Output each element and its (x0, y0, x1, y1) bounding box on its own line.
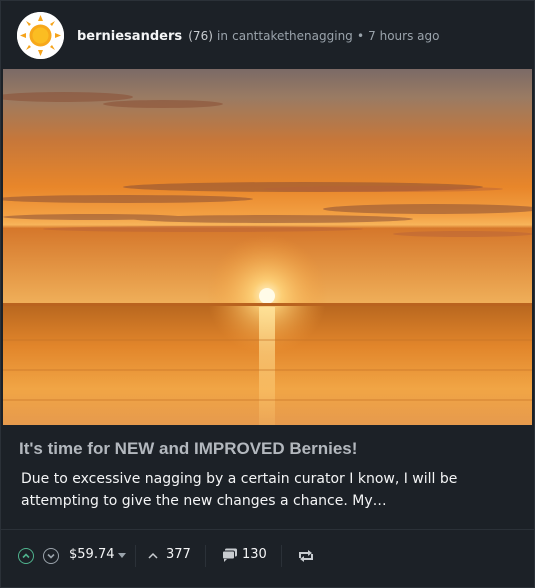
sun-avatar-icon (17, 12, 64, 59)
post-title[interactable]: It's time for NEW and IMPROVED Bernies! (19, 439, 357, 459)
chevron-up-circle-icon (22, 553, 30, 559)
author-name[interactable]: berniesanders (77, 29, 182, 44)
comments-count: 130 (242, 547, 267, 562)
chevron-down-circle-icon (47, 553, 55, 559)
post-image[interactable] (3, 69, 532, 425)
meta-separator: • (356, 29, 365, 43)
reblog-button[interactable] (298, 549, 314, 567)
post-summary[interactable]: Due to excessive nagging by a certain cu… (21, 468, 521, 512)
chevron-up-icon (148, 552, 158, 559)
footer-separator (205, 545, 206, 567)
in-label: in (217, 29, 228, 43)
post-header: berniesanders (76) in canttakethenagging… (1, 1, 534, 69)
upvote-button[interactable] (18, 548, 34, 564)
post-footer: $59.74 377 130 (1, 539, 534, 575)
post-meta: berniesanders (76) in canttakethenagging… (77, 27, 439, 46)
payout-value[interactable]: $59.74 (69, 547, 115, 562)
footer-separator (281, 545, 282, 567)
caret-down-icon[interactable] (118, 553, 126, 558)
votes-count: 377 (166, 547, 191, 562)
author-reputation: (76) (188, 29, 213, 43)
footer-divider (1, 529, 534, 530)
footer-separator (135, 545, 136, 567)
downvote-button[interactable] (43, 548, 59, 564)
post-card[interactable]: berniesanders (76) in canttakethenagging… (0, 0, 535, 588)
reblog-icon (299, 550, 313, 562)
sunset-image (3, 69, 532, 425)
community-link[interactable]: canttakethenagging (232, 29, 353, 43)
speech-bubble-icon (222, 548, 237, 562)
avatar[interactable] (17, 12, 64, 59)
post-timestamp[interactable]: 7 hours ago (368, 29, 439, 43)
